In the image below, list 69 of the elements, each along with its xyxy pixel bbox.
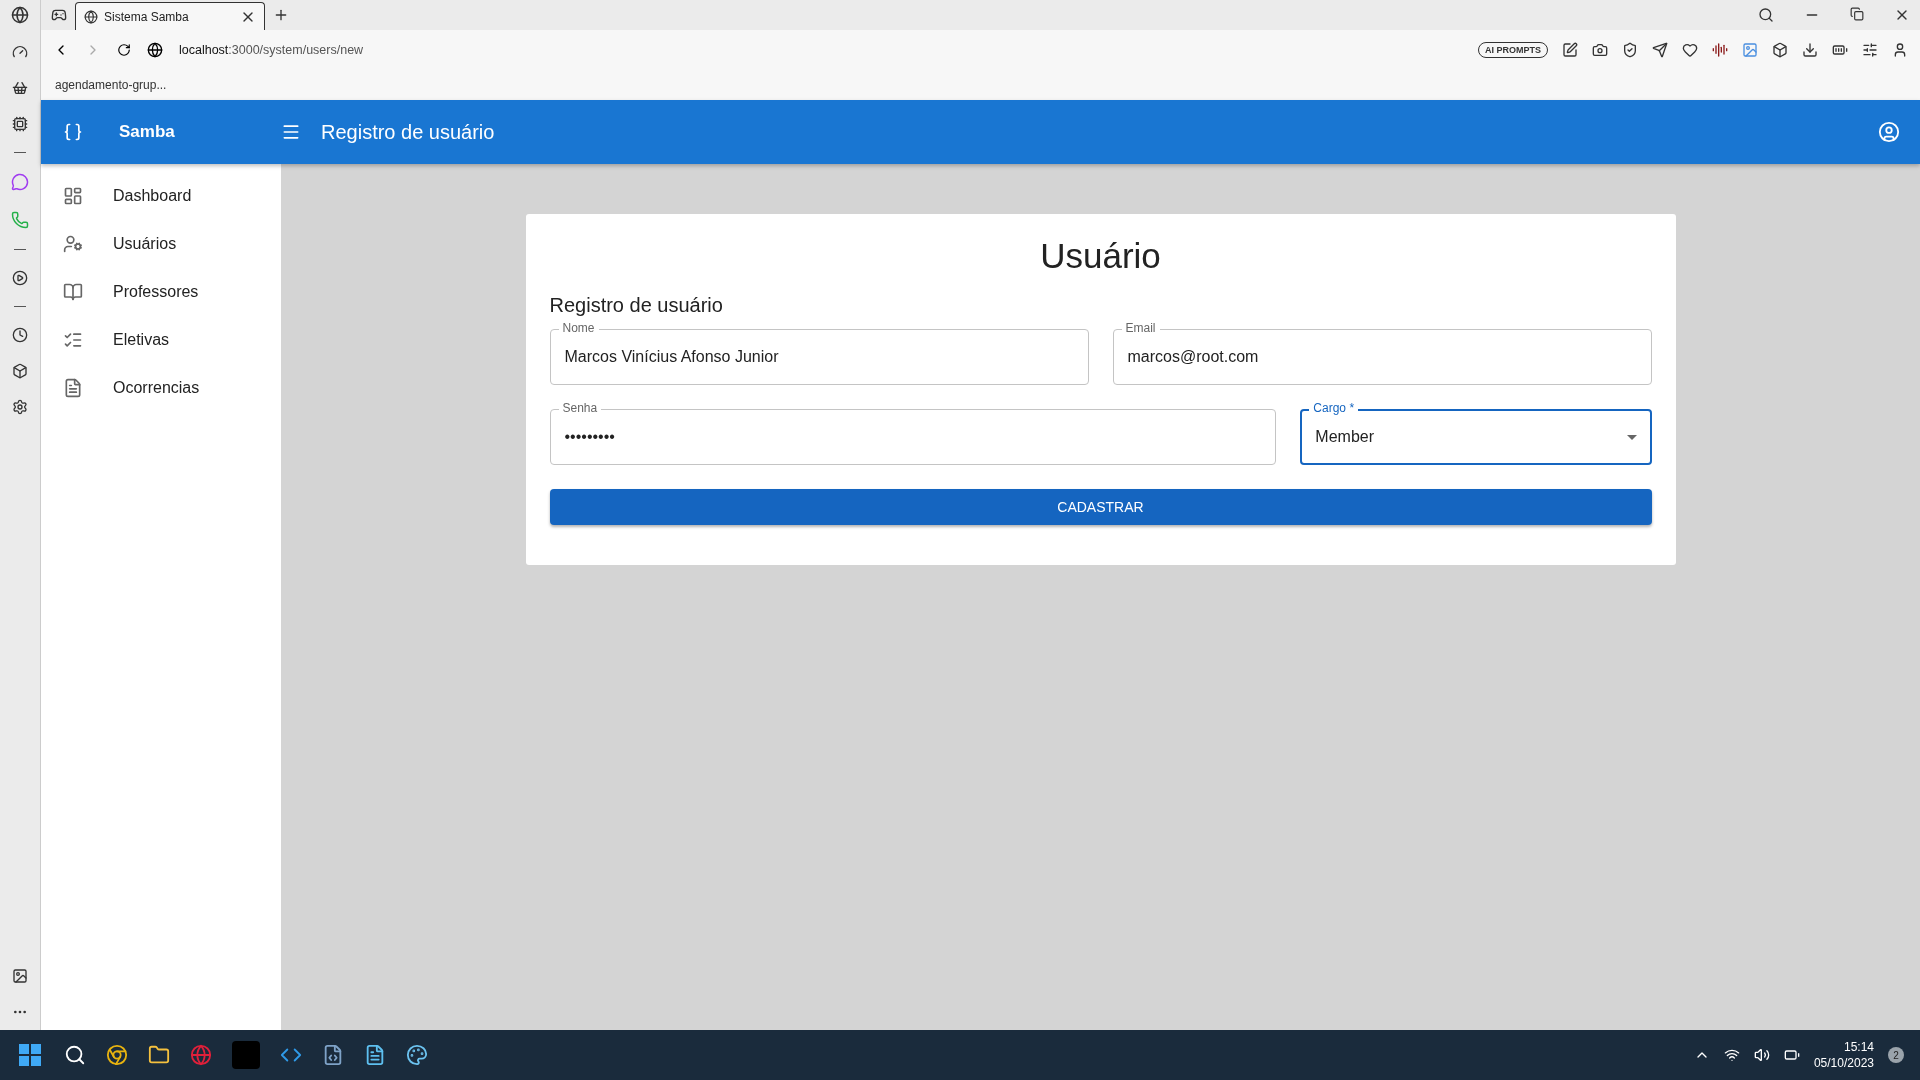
field-value: Marcos Vinícius Afonso Junior bbox=[564, 348, 780, 366]
battery-icon[interactable] bbox=[1783, 1047, 1800, 1063]
field-label: Senha bbox=[558, 401, 602, 415]
battery-icon[interactable] bbox=[1832, 42, 1848, 58]
globe-icon[interactable] bbox=[147, 42, 163, 58]
field-value: ••••••••• bbox=[564, 428, 616, 446]
cube-icon[interactable] bbox=[12, 363, 28, 379]
wifi-icon[interactable] bbox=[1723, 1047, 1740, 1063]
settings-icon[interactable] bbox=[12, 399, 28, 415]
nav-item[interactable]: Professores bbox=[41, 268, 281, 316]
field-label: Cargo * bbox=[1309, 401, 1359, 415]
browser-icon[interactable] bbox=[106, 1044, 128, 1066]
user-gear-icon bbox=[63, 234, 83, 254]
document-icon bbox=[63, 378, 83, 398]
send-icon[interactable] bbox=[1652, 42, 1668, 58]
notepad-icon[interactable] bbox=[364, 1044, 386, 1066]
nav-item[interactable]: Eletivas bbox=[41, 316, 281, 364]
clock-time: 15:14 bbox=[1843, 1039, 1874, 1055]
player-icon[interactable] bbox=[12, 270, 28, 286]
list-icon bbox=[63, 330, 83, 350]
shield-icon[interactable] bbox=[1622, 42, 1638, 58]
tab-title: Sistema Samba bbox=[104, 9, 190, 24]
audio-bars-icon[interactable] bbox=[1712, 42, 1728, 58]
edit-icon[interactable] bbox=[1562, 42, 1578, 58]
clock-date: 05/10/2023 bbox=[1813, 1055, 1874, 1071]
new-tab-icon[interactable] bbox=[273, 7, 289, 23]
folder-icon[interactable] bbox=[148, 1044, 170, 1066]
camera-icon[interactable] bbox=[1592, 42, 1608, 58]
image-icon[interactable] bbox=[12, 968, 28, 984]
search-icon[interactable] bbox=[1758, 7, 1774, 23]
dropdown-arrow-icon bbox=[1626, 434, 1637, 440]
field-value: Member bbox=[1315, 428, 1376, 446]
reload-icon[interactable] bbox=[117, 43, 131, 57]
download-icon[interactable] bbox=[1802, 42, 1818, 58]
menu-icon[interactable] bbox=[281, 122, 301, 142]
basket-icon[interactable] bbox=[12, 80, 28, 96]
restore-icon[interactable] bbox=[1850, 7, 1864, 21]
start-icon[interactable] bbox=[16, 1041, 44, 1069]
notification-badge[interactable]: 2 bbox=[1888, 1047, 1904, 1063]
field-label: Nome bbox=[558, 321, 599, 335]
dashboard-icon bbox=[63, 186, 83, 206]
search-icon[interactable] bbox=[64, 1044, 86, 1066]
submit-button[interactable]: CADASTRAR bbox=[549, 489, 1652, 525]
heart-icon[interactable] bbox=[1682, 42, 1698, 58]
history-icon[interactable] bbox=[12, 327, 28, 343]
profile-icon[interactable] bbox=[1892, 42, 1908, 58]
nav-item[interactable]: Usuários bbox=[41, 220, 281, 268]
nav-item[interactable]: Ocorrencias bbox=[41, 364, 281, 412]
volume-icon[interactable] bbox=[1753, 1047, 1770, 1063]
chip-icon[interactable] bbox=[12, 116, 28, 132]
address-field[interactable]: localhost:3000/system/users/new bbox=[179, 43, 364, 57]
brand-name: Samba bbox=[119, 122, 175, 142]
field-label: Email bbox=[1121, 321, 1160, 335]
book-icon bbox=[63, 282, 83, 302]
braces-icon[interactable] bbox=[63, 122, 83, 142]
form-heading: Usuário bbox=[1040, 236, 1161, 276]
form-subheading: Registro de usuário bbox=[549, 294, 724, 317]
cube-icon[interactable] bbox=[1772, 42, 1788, 58]
account-icon[interactable] bbox=[1878, 121, 1900, 143]
paint-icon[interactable] bbox=[406, 1044, 428, 1066]
gamepad-icon[interactable] bbox=[51, 7, 67, 23]
sliders-icon[interactable] bbox=[1862, 42, 1878, 58]
speed-dial-icon[interactable] bbox=[12, 44, 28, 60]
bookmark[interactable]: agendamento-grup... bbox=[55, 78, 167, 92]
nav-item[interactable]: Dashboard bbox=[41, 172, 281, 220]
globe-icon bbox=[84, 9, 98, 24]
browser-tab[interactable]: Sistema Samba bbox=[75, 2, 265, 30]
page-title: Registro de usuário bbox=[321, 120, 495, 144]
field-value: marcos@root.com bbox=[1127, 348, 1260, 366]
